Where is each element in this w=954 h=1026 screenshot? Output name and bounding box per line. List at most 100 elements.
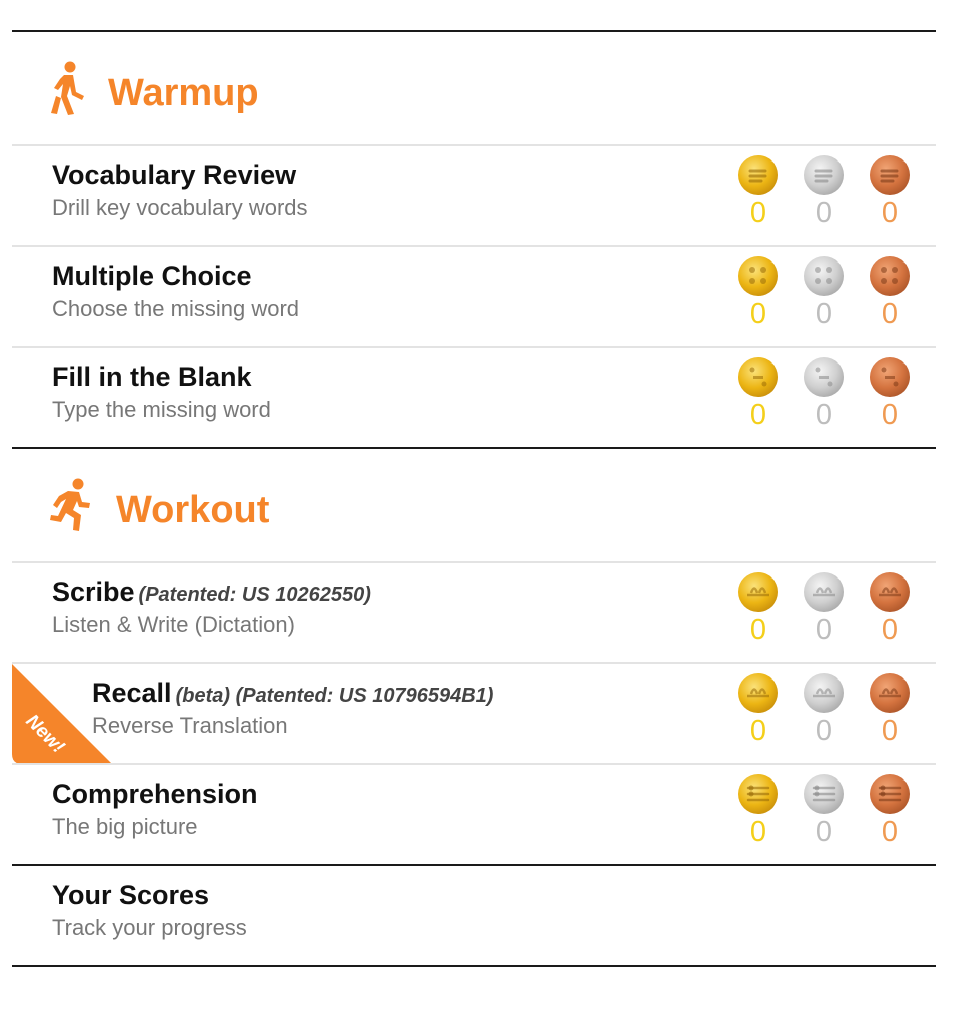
gold-medal-icon: ✦ — [738, 774, 778, 814]
svg-text:✦: ✦ — [770, 675, 777, 684]
gold-count: 0 — [749, 715, 767, 747]
gold-medal: ✦ 0 — [736, 773, 780, 849]
svg-text:✦: ✦ — [902, 776, 909, 785]
activity-description: Drill key vocabulary words — [52, 195, 308, 220]
activity-comprehension[interactable]: Comprehension The big picture ✦ 0 ✦ 0 ✦ … — [12, 765, 936, 864]
silver-count: 0 — [815, 816, 833, 848]
section-title: Workout — [116, 489, 270, 531]
silver-medal: ✦ 0 — [802, 571, 846, 647]
activity-name: Comprehension — [52, 779, 258, 809]
svg-text:✦: ✦ — [836, 574, 843, 583]
medal-counts: ✦ 0 ✦ 0 ✦ 0 — [736, 571, 912, 651]
activity-name: Fill in the Blank — [52, 362, 252, 392]
your-scores-link[interactable]: Your Scores Track your progress — [12, 866, 936, 965]
bronze-count: 0 — [881, 816, 899, 848]
svg-text:✦: ✦ — [770, 359, 777, 368]
divider — [12, 965, 936, 967]
silver-medal: ✦ 0 — [802, 154, 846, 230]
gold-count: 0 — [749, 816, 767, 848]
section-title: Warmup — [108, 72, 259, 114]
medal-counts: ✦ 0 ✦ 0 ✦ 0 — [736, 672, 912, 752]
gold-count: 0 — [749, 614, 767, 646]
section-header-warmup: Warmup — [12, 32, 936, 144]
bronze-medal-icon: ✦ — [870, 673, 910, 713]
activity-name: Vocabulary Review — [52, 160, 297, 190]
bronze-medal-icon: ✦ — [870, 774, 910, 814]
svg-text:✦: ✦ — [836, 157, 843, 166]
gold-medal: ✦ 0 — [736, 672, 780, 748]
gold-medal-icon: ✦ — [738, 155, 778, 195]
activity-recall[interactable]: New! Recall (beta) (Patented: US 10796594… — [12, 664, 936, 763]
silver-medal: ✦ 0 — [802, 773, 846, 849]
bronze-medal-icon: ✦ — [870, 572, 910, 612]
gold-count: 0 — [749, 298, 767, 330]
activity-multiple-choice[interactable]: Multiple Choice Choose the missing word … — [12, 247, 936, 346]
silver-count: 0 — [815, 197, 833, 229]
gold-medal-icon: ✦ — [738, 673, 778, 713]
medal-counts: ✦ 0 ✦ 0 ✦ 0 — [736, 356, 912, 436]
bronze-medal: ✦ 0 — [868, 773, 912, 849]
activity-fill-in-the-blank[interactable]: Fill in the Blank Type the missing word … — [12, 348, 936, 447]
svg-text:✦: ✦ — [902, 258, 909, 267]
patent-note: (Patented: US 10262550) — [138, 584, 371, 606]
activity-vocabulary-review[interactable]: Vocabulary Review Drill key vocabulary w… — [12, 146, 936, 245]
activity-name: Scribe (Patented: US 10262550) — [52, 577, 371, 607]
gold-medal: ✦ 0 — [736, 571, 780, 647]
activity-name: Recall (beta) (Patented: US 10796594B1) — [92, 678, 494, 708]
silver-medal-icon: ✦ — [804, 572, 844, 612]
activity-description: Listen & Write (Dictation) — [52, 612, 295, 637]
activity-name: Multiple Choice — [52, 261, 252, 291]
gold-count: 0 — [749, 399, 767, 431]
patent-note: (beta) (Patented: US 10796594B1) — [175, 685, 494, 707]
activity-name: Your Scores — [52, 880, 210, 910]
gold-medal-icon: ✦ — [738, 357, 778, 397]
medal-counts: ✦ 0 ✦ 0 ✦ 0 — [736, 255, 912, 335]
activity-description: Track your progress — [52, 915, 247, 940]
medal-counts: ✦ 0 ✦ 0 ✦ 0 — [736, 154, 912, 234]
silver-medal: ✦ 0 — [802, 356, 846, 432]
bronze-medal-icon: ✦ — [870, 155, 910, 195]
gold-count: 0 — [749, 197, 767, 229]
silver-count: 0 — [815, 614, 833, 646]
svg-text:✦: ✦ — [902, 675, 909, 684]
silver-medal-icon: ✦ — [804, 774, 844, 814]
gold-medal-icon: ✦ — [738, 572, 778, 612]
silver-medal: ✦ 0 — [802, 255, 846, 331]
bronze-medal: ✦ 0 — [868, 154, 912, 230]
bronze-medal: ✦ 0 — [868, 356, 912, 432]
svg-text:✦: ✦ — [770, 258, 777, 267]
svg-text:✦: ✦ — [770, 157, 777, 166]
silver-medal: ✦ 0 — [802, 672, 846, 748]
activity-description: Type the missing word — [52, 397, 271, 422]
svg-text:✦: ✦ — [902, 157, 909, 166]
activity-description: Choose the missing word — [52, 296, 300, 321]
silver-count: 0 — [815, 715, 833, 747]
bronze-count: 0 — [881, 715, 899, 747]
activity-menu: Warmup Vocabulary Review Drill key vocab… — [12, 30, 936, 967]
svg-text:✦: ✦ — [836, 776, 843, 785]
bronze-medal: ✦ 0 — [868, 571, 912, 647]
svg-text:✦: ✦ — [836, 258, 843, 267]
bronze-medal: ✦ 0 — [868, 672, 912, 748]
silver-count: 0 — [815, 399, 833, 431]
activity-description: Reverse Translation — [92, 713, 288, 738]
silver-medal-icon: ✦ — [804, 256, 844, 296]
silver-medal-icon: ✦ — [804, 673, 844, 713]
medal-counts: ✦ 0 ✦ 0 ✦ 0 — [736, 773, 912, 853]
svg-text:✦: ✦ — [836, 675, 843, 684]
bronze-count: 0 — [881, 614, 899, 646]
activity-scribe[interactable]: Scribe (Patented: US 10262550) Listen & W… — [12, 563, 936, 662]
section-header-workout: Workout — [12, 449, 936, 561]
bronze-count: 0 — [881, 399, 899, 431]
svg-text:✦: ✦ — [770, 574, 777, 583]
silver-count: 0 — [815, 298, 833, 330]
svg-text:✦: ✦ — [902, 359, 909, 368]
svg-text:✦: ✦ — [836, 359, 843, 368]
activity-description: The big picture — [52, 814, 198, 839]
svg-text:✦: ✦ — [902, 574, 909, 583]
bronze-medal-icon: ✦ — [870, 357, 910, 397]
walking-person-icon — [51, 61, 84, 115]
gold-medal: ✦ 0 — [736, 356, 780, 432]
silver-medal-icon: ✦ — [804, 357, 844, 397]
gold-medal-icon: ✦ — [738, 256, 778, 296]
